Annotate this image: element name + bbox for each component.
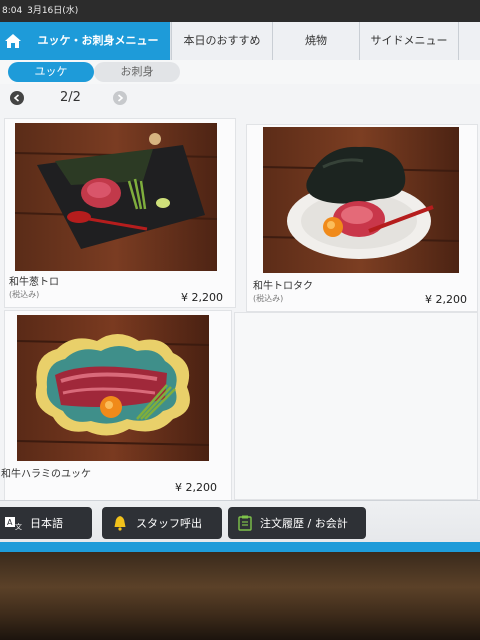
page-indicator: 2/2: [60, 90, 81, 105]
tab-grilled[interactable]: 焼物: [272, 22, 359, 60]
svg-text:文: 文: [15, 522, 22, 530]
order-history-label: 注文履歴 / お会計: [260, 517, 348, 530]
call-staff-label: スタッフ呼出: [136, 517, 202, 530]
subtab-yukke[interactable]: ユッケ: [8, 62, 94, 82]
svg-text:A: A: [7, 518, 13, 527]
subcategory-row: ユッケ お刺身: [0, 60, 480, 84]
item-price: ¥ 2,200: [425, 293, 467, 306]
bell-icon: [114, 516, 126, 531]
category-tabs: ユッケ・お刺身メニュー 本日のおすすめ 焼物 サイドメニュー: [0, 22, 480, 60]
pager: 2/2: [0, 86, 480, 112]
status-time: 8:04: [2, 6, 23, 16]
item-price: ¥ 2,200: [181, 291, 223, 304]
call-staff-button[interactable]: スタッフ呼出: [102, 507, 222, 539]
status-date: 3月16日(水): [27, 6, 79, 16]
home-button[interactable]: [0, 22, 26, 60]
menu-item-photo: [17, 315, 209, 461]
chevron-right-icon: [117, 94, 124, 102]
tab-todays-special[interactable]: 本日のおすすめ: [171, 22, 272, 60]
language-label: 日本語: [30, 517, 63, 530]
prev-page-button[interactable]: [10, 91, 24, 105]
device-frame-bottom: [0, 552, 480, 640]
item-tax-note: (税込み): [9, 290, 40, 299]
status-bar: 8:04 3月16日(水): [0, 0, 480, 22]
item-name: 和牛葱トロ: [9, 277, 59, 288]
tab-more[interactable]: [458, 22, 480, 60]
tablet-screen: 8:04 3月16日(水) ユッケ・お刺身メニュー 本日のおすすめ 焼物 サイド…: [0, 0, 480, 552]
item-price: ¥ 2,200: [175, 481, 217, 494]
menu-item-photo: [263, 127, 459, 273]
home-icon: [5, 34, 21, 48]
item-tax-note: (税込み): [253, 294, 284, 303]
chevron-left-icon: [13, 94, 20, 102]
language-button[interactable]: A 文 日本語: [0, 507, 92, 539]
menu-item-card[interactable]: 和牛葱トロ (税込み) ¥ 2,200: [4, 118, 236, 308]
item-name: 和牛トロタク: [253, 281, 313, 292]
order-history-button[interactable]: 注文履歴 / お会計: [228, 507, 366, 539]
clipboard-icon: [238, 515, 252, 531]
empty-card-slot: [234, 312, 478, 500]
menu-item-card[interactable]: 和牛ハラミのユッケ ¥ 2,200: [1, 310, 232, 502]
item-name: 和牛ハラミのユッケ: [1, 469, 91, 480]
subtab-sashimi[interactable]: お刺身: [94, 62, 180, 82]
tab-yukke-sashimi[interactable]: ユッケ・お刺身メニュー: [26, 22, 170, 60]
tab-side-menu[interactable]: サイドメニュー: [359, 22, 458, 60]
next-page-button[interactable]: [113, 91, 127, 105]
menu-item-card[interactable]: 和牛トロタク (税込み) ¥ 2,200: [246, 124, 478, 312]
accent-strip: [0, 542, 480, 552]
language-icon: A 文: [5, 517, 22, 530]
menu-item-photo: [15, 123, 217, 271]
